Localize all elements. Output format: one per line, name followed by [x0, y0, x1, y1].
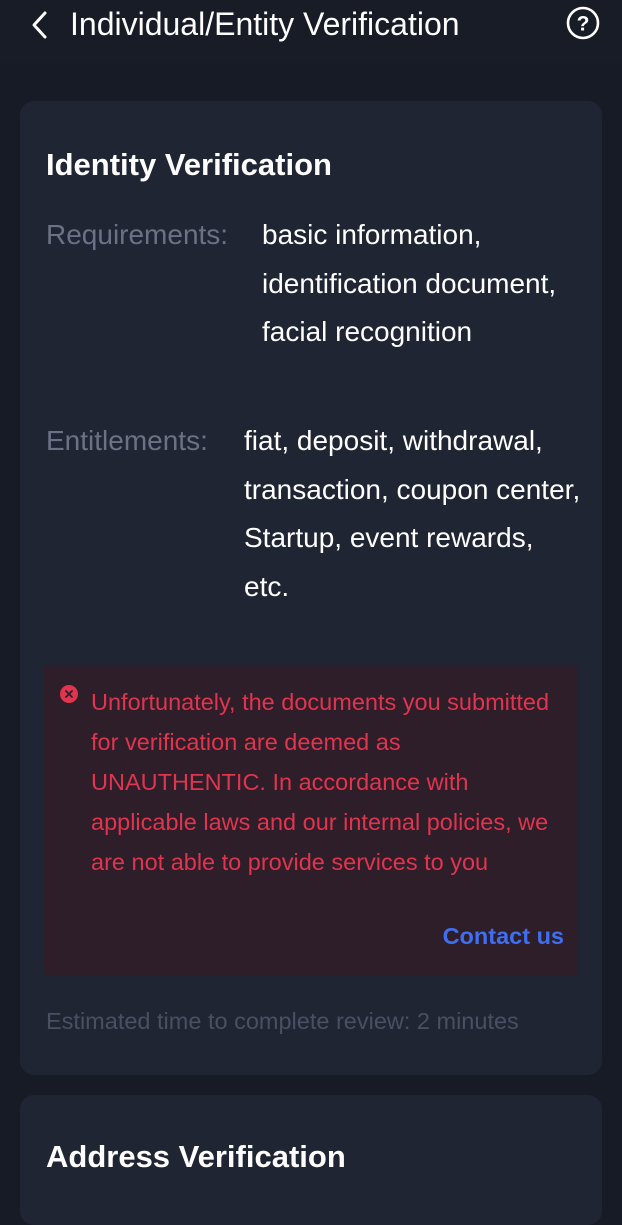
question-circle-icon: ?: [566, 6, 600, 40]
address-title: Address Verification: [46, 1139, 346, 1174]
chevron-left-icon: [32, 11, 47, 39]
address-verification-card[interactable]: Address Verification: [20, 1095, 602, 1225]
requirements-value: basic information, identification docume…: [262, 219, 557, 347]
error-notice: Unfortunately, the documents you submitt…: [44, 665, 578, 975]
contact-us-link[interactable]: Contact us: [443, 923, 564, 950]
help-button[interactable]: ?: [566, 6, 600, 40]
error-circle-icon: [60, 685, 78, 703]
identity-title: Identity Verification: [46, 147, 332, 182]
review-time-estimate: Estimated time to complete review: 2 min…: [46, 1008, 519, 1034]
help-glyph: ?: [577, 13, 590, 36]
entitlements-label: Entitlements:: [46, 425, 208, 456]
entitlements-value: fiat, deposit, withdrawal, transaction, …: [244, 425, 581, 602]
requirements-label: Requirements:: [46, 219, 229, 250]
top-bar: Individual/Entity Verification ?: [0, 0, 622, 62]
back-button[interactable]: [24, 6, 56, 44]
identity-verification-card[interactable]: Identity Verification Requirements: basi…: [20, 101, 602, 1075]
page-title: Individual/Entity Verification: [70, 6, 460, 42]
error-message: Unfortunately, the documents you submitt…: [91, 689, 550, 875]
